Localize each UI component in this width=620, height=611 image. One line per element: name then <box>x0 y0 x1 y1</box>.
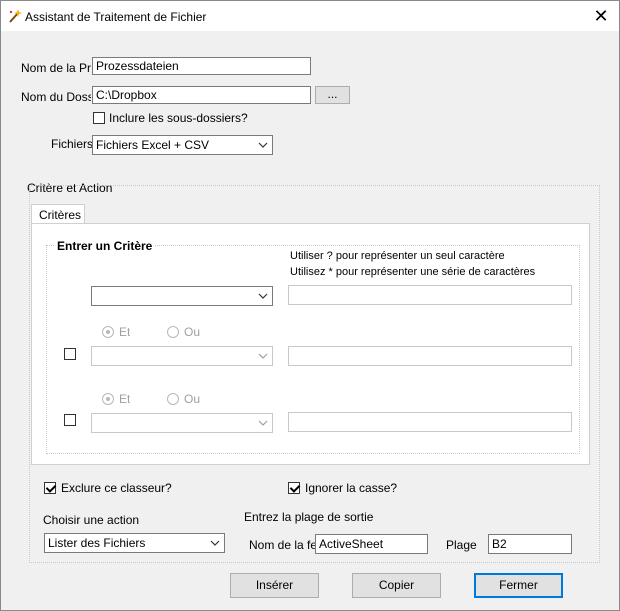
criterion-2-and-radio[interactable] <box>102 326 114 338</box>
files-label: Fichiers <box>51 137 94 151</box>
subfolders-checkbox[interactable] <box>93 112 105 124</box>
action-select-value: Lister des Fichiers <box>48 536 146 550</box>
criterion-1-input[interactable] <box>288 285 572 305</box>
process-name-input[interactable]: Prozessdateien <box>92 57 311 75</box>
section-title: Entrer un Critère <box>55 239 155 253</box>
criterion-2-checkbox[interactable] <box>64 348 76 360</box>
exclude-workbook-label: Exclure ce classeur? <box>61 481 172 495</box>
chevron-down-icon <box>258 353 268 359</box>
process-name-label: Nom de la Pro <box>21 61 91 75</box>
close-button[interactable]: Fermer <box>474 573 563 598</box>
criterion-3-and-radio[interactable] <box>102 393 114 405</box>
action-select[interactable]: Lister des Fichiers <box>44 533 225 553</box>
criterion-2-or-radio[interactable] <box>167 326 179 338</box>
files-select-value: Fichiers Excel + CSV <box>96 138 210 152</box>
output-range-label: Entrez la plage de sortie <box>244 510 374 524</box>
chevron-down-icon <box>258 293 268 299</box>
chevron-down-icon <box>210 540 220 546</box>
subfolders-label: Inclure les sous-dossiers? <box>109 111 248 125</box>
criterion-2-select[interactable] <box>91 346 273 366</box>
criterion-3-or-label: Ou <box>184 392 201 406</box>
criterion-2-input[interactable] <box>288 346 572 366</box>
choose-action-label: Choisir une action <box>43 513 140 527</box>
browse-button[interactable]: ... <box>315 86 350 104</box>
close-window-button[interactable]: ✕ <box>589 5 613 27</box>
criterion-3-and-label: Et <box>119 392 131 406</box>
hint-multi-char: Utilisez * pour représenter une série de… <box>290 266 536 278</box>
range-label: Plage <box>446 538 477 552</box>
criterion-3-select[interactable] <box>91 413 273 433</box>
range-input[interactable]: B2 <box>488 534 572 554</box>
sheet-name-label: Nom de la feu <box>249 538 315 552</box>
criterion-3-or-radio[interactable] <box>167 393 179 405</box>
ignore-case-label: Ignorer la casse? <box>305 481 398 495</box>
exclude-workbook-checkbox[interactable] <box>44 482 56 494</box>
dialog-window: Assistant de Traitement de Fichier ✕ Nom… <box>0 0 620 611</box>
criterion-3-input[interactable] <box>288 412 572 432</box>
chevron-down-icon <box>258 142 268 148</box>
folder-input[interactable]: C:\Dropbox <box>92 86 311 104</box>
criterion-1-select[interactable] <box>91 286 273 306</box>
criterion-3-checkbox[interactable] <box>64 414 76 426</box>
copy-button[interactable]: Copier <box>352 573 441 598</box>
folder-label: Nom du Dossi <box>21 90 91 104</box>
criterion-2-and-label: Et <box>119 325 131 339</box>
chevron-down-icon <box>258 420 268 426</box>
tab-criteres-label: Critères <box>39 208 82 222</box>
criterion-2-or-label: Ou <box>184 325 201 339</box>
window-title: Assistant de Traitement de Fichier <box>25 10 207 24</box>
ignore-case-checkbox[interactable] <box>288 482 300 494</box>
files-select[interactable]: Fichiers Excel + CSV <box>92 135 273 155</box>
wand-icon <box>9 9 22 23</box>
tab-criteres[interactable]: Critères <box>31 204 85 225</box>
insert-button[interactable]: Insérer <box>230 573 319 598</box>
hint-single-char: Utiliser ? pour représenter un seul cara… <box>290 250 505 262</box>
sheet-name-input[interactable]: ActiveSheet <box>315 534 428 554</box>
title-bar: Assistant de Traitement de Fichier ✕ <box>1 1 619 31</box>
